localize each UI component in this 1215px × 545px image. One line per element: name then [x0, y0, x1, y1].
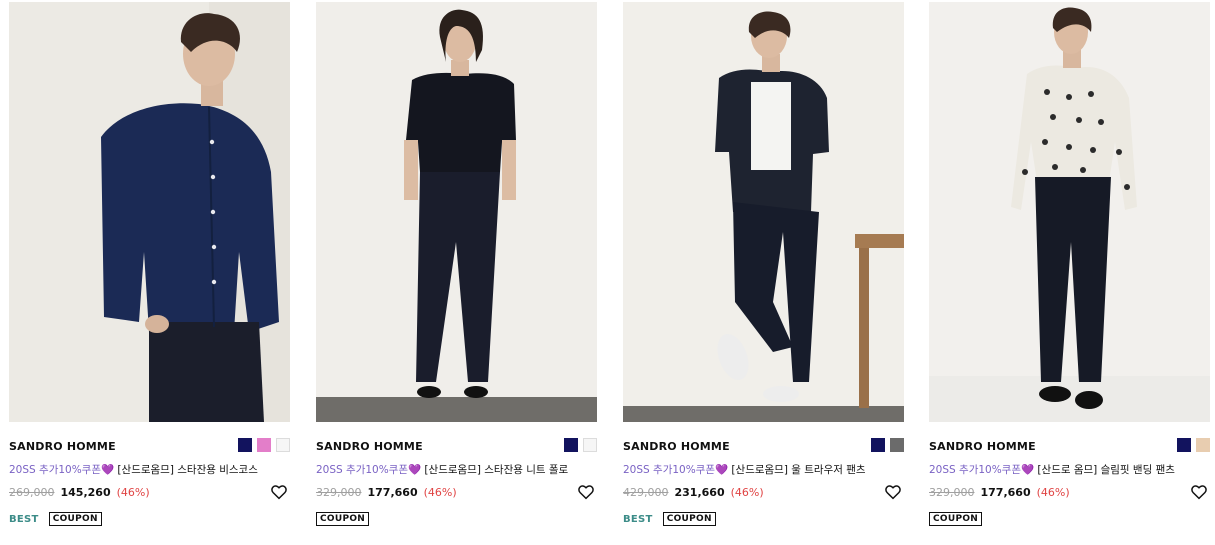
color-swatch-navy[interactable]	[871, 438, 885, 452]
coupon-badge: COUPON	[48, 512, 102, 526]
color-swatch-navy[interactable]	[564, 438, 578, 452]
promo-text: 20SS 추가10%쿠폰💜	[929, 464, 1035, 476]
color-swatches	[564, 438, 597, 452]
coupon-badge: COUPON	[662, 512, 716, 526]
coupon-badge: COUPON	[929, 512, 983, 526]
product-photo-banding-pants	[929, 2, 1210, 422]
color-swatch-navy[interactable]	[1177, 438, 1191, 452]
product-grid: SANDRO HOMME 20SS 추가10%쿠폰💜 [산드로옴므] 스타잔용 …	[0, 0, 1215, 545]
discount-rate: (46%)	[1036, 486, 1070, 499]
product-card[interactable]: SANDRO HOMME 20SS 추가10%쿠폰💜 [산드로옴므] 울 트라우…	[623, 2, 904, 526]
heart-icon[interactable]	[270, 483, 288, 501]
product-image[interactable]	[929, 2, 1210, 422]
heart-icon[interactable]	[1190, 483, 1208, 501]
sale-price: 145,260	[60, 486, 111, 499]
heart-icon[interactable]	[577, 483, 595, 501]
color-swatch-gray[interactable]	[890, 438, 904, 452]
heart-icon[interactable]	[884, 483, 902, 501]
product-card[interactable]: SANDRO HOMME 20SS 추가10%쿠폰💜 [산드로 옴므] 슬림핏 …	[929, 2, 1210, 526]
coupon-badge: COUPON	[316, 512, 370, 526]
sale-price: 177,660	[980, 486, 1031, 499]
brand-name: SANDRO HOMME	[623, 440, 730, 453]
discount-rate: (46%)	[730, 486, 764, 499]
original-price: 329,000	[929, 486, 975, 499]
brand-name: SANDRO HOMME	[929, 440, 1036, 453]
product-name: [산드로옴므] 울 트라우저 팬츠	[728, 464, 866, 476]
product-image[interactable]	[316, 2, 597, 422]
product-name: [산드로 옴므] 슬림핏 밴딩 팬츠	[1034, 464, 1175, 476]
color-swatch-white[interactable]	[583, 438, 597, 452]
sale-price: 177,660	[367, 486, 418, 499]
discount-rate: (46%)	[423, 486, 457, 499]
product-title[interactable]: 20SS 추가10%쿠폰💜 [산드로옴므] 스타잔용 비스코스	[9, 462, 290, 478]
promo-text: 20SS 추가10%쿠폰💜	[623, 464, 729, 476]
product-title[interactable]: 20SS 추가10%쿠폰💜 [산드로 옴므] 슬림핏 밴딩 팬츠	[929, 462, 1210, 478]
product-image[interactable]	[623, 2, 904, 422]
color-swatch-pink[interactable]	[257, 438, 271, 452]
color-swatch-white[interactable]	[276, 438, 290, 452]
original-price: 429,000	[623, 486, 669, 499]
product-photo-navy-shirt	[9, 2, 290, 422]
original-price: 329,000	[316, 486, 362, 499]
discount-rate: (46%)	[116, 486, 150, 499]
color-swatch-navy[interactable]	[238, 438, 252, 452]
color-swatch-beige[interactable]	[1196, 438, 1210, 452]
color-swatches	[1177, 438, 1210, 452]
best-badge: BEST	[623, 513, 653, 525]
product-name: [산드로옴므] 스타잔용 비스코스	[114, 464, 258, 476]
product-title[interactable]: 20SS 추가10%쿠폰💜 [산드로옴므] 스타잔용 니트 폴로	[316, 462, 597, 478]
product-image[interactable]	[9, 2, 290, 422]
promo-text: 20SS 추가10%쿠폰💜	[316, 464, 422, 476]
color-swatches	[238, 438, 290, 452]
product-photo-knit-polo	[316, 2, 597, 422]
product-card[interactable]: SANDRO HOMME 20SS 추가10%쿠폰💜 [산드로옴므] 스타잔용 …	[316, 2, 597, 526]
product-card[interactable]: SANDRO HOMME 20SS 추가10%쿠폰💜 [산드로옴므] 스타잔용 …	[9, 2, 290, 526]
best-badge: BEST	[9, 513, 39, 525]
product-name: [산드로옴므] 스타잔용 니트 폴로	[421, 464, 569, 476]
sale-price: 231,660	[674, 486, 725, 499]
product-title[interactable]: 20SS 추가10%쿠폰💜 [산드로옴므] 울 트라우저 팬츠	[623, 462, 904, 478]
original-price: 269,000	[9, 486, 55, 499]
brand-name: SANDRO HOMME	[316, 440, 423, 453]
color-swatches	[871, 438, 904, 452]
brand-name: SANDRO HOMME	[9, 440, 116, 453]
product-photo-wool-trousers	[623, 2, 904, 422]
promo-text: 20SS 추가10%쿠폰💜	[9, 464, 115, 476]
